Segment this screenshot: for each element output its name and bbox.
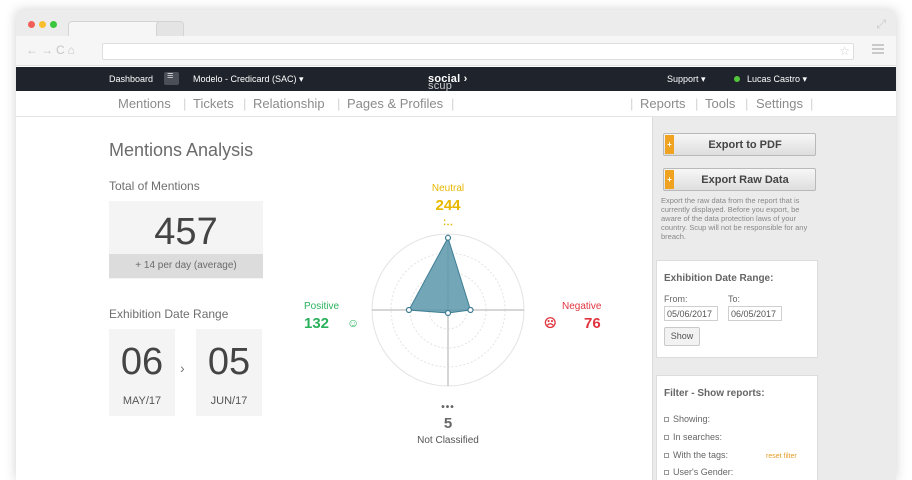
nav-settings[interactable]: Settings (756, 96, 803, 111)
close-window-icon[interactable] (28, 21, 35, 28)
filter-item-label: User's Gender: (673, 467, 734, 477)
right-sidebar: + Export to PDF + Export Raw Data Export… (652, 117, 896, 480)
filter-item[interactable]: In searches: (664, 432, 722, 442)
nav-separator: | (745, 96, 749, 111)
nav-separator: | (630, 96, 634, 111)
show-button[interactable]: Show (664, 327, 700, 346)
date-range-label: Exhibition Date Range (109, 307, 229, 321)
reset-filter-link[interactable]: reset filter (766, 453, 797, 460)
minimize-window-icon[interactable] (39, 21, 46, 28)
positive-value: 132 (304, 315, 330, 332)
section-navigation: Mentions | Tickets | Relationship | Page… (16, 91, 896, 117)
total-mentions-label: Total of Mentions (109, 179, 200, 193)
not-classified-value: 5 (443, 415, 453, 432)
account-selector[interactable]: Modelo - Credicard (SAC) ▾ (193, 74, 304, 85)
checkbox-icon[interactable] (664, 470, 669, 476)
browser-nav-icons[interactable]: ←→C⌂ (26, 43, 78, 57)
export-raw-button[interactable]: + Export Raw Data (663, 168, 816, 191)
browser-toolbar: ←→C⌂ ☆ (16, 36, 896, 66)
fullscreen-icon[interactable]: ⤢ (876, 17, 886, 32)
radar-point-negative[interactable] (467, 306, 474, 314)
not-classified-label: Not Classified (417, 435, 479, 446)
nav-relationship[interactable]: Relationship (253, 96, 325, 111)
plus-icon: + (665, 170, 674, 189)
date-range-panel: Exhibition Date Range: From: To: Show (656, 260, 818, 358)
support-menu[interactable]: Support ▾ (667, 74, 706, 85)
total-mentions-value: 457 (154, 211, 218, 253)
nav-separator: | (695, 96, 699, 111)
top-navigation-bar: Dashboard Modelo - Credicard (SAC) ▾ scu… (16, 67, 896, 92)
browser-window: ⤢ ←→C⌂ ☆ Dashboard Modelo - Credicard (S… (16, 10, 896, 480)
neutral-label: Neutral (431, 183, 465, 194)
online-status-icon (734, 76, 740, 82)
filter-item[interactable]: With the tags: (664, 450, 728, 460)
nav-mentions[interactable]: Mentions (118, 96, 171, 111)
nav-tools[interactable]: Tools (705, 96, 735, 111)
nav-separator: | (451, 96, 455, 111)
sentiment-radar-chart (371, 233, 525, 387)
browser-menu-icon[interactable] (872, 44, 884, 54)
start-day: 06 (120, 341, 164, 383)
start-month: MAY/17 (122, 395, 162, 407)
export-note: Export the raw data from the report that… (661, 196, 808, 241)
radar-point-neutral[interactable] (444, 234, 452, 241)
from-label: From: (664, 294, 688, 304)
nav-separator: | (243, 96, 247, 111)
main-panel: Mentions Analysis Total of Mentions 457 … (16, 117, 652, 480)
end-date-card: 05 JUN/17 (196, 329, 262, 416)
filter-item-label: With the tags: (673, 450, 729, 460)
nav-separator: | (337, 96, 341, 111)
nav-pages-profiles[interactable]: Pages & Profiles (347, 96, 443, 111)
not-classified-dots-icon: ••• (441, 402, 455, 413)
bookmark-star-icon[interactable]: ☆ (839, 44, 850, 58)
maximize-window-icon[interactable] (50, 21, 57, 28)
filter-panel-title: Filter - Show reports: (664, 388, 765, 399)
nav-reports[interactable]: Reports (640, 96, 686, 111)
filter-item-label: In searches: (673, 432, 723, 442)
browser-titlebar: ⤢ (16, 10, 896, 37)
nav-separator: | (183, 96, 187, 111)
from-date-input[interactable] (664, 306, 718, 321)
negative-value: 76 (584, 315, 601, 332)
total-mentions-card: 457 + 14 per day (average) (109, 201, 263, 279)
nav-tickets[interactable]: Tickets (193, 96, 234, 111)
plus-icon: + (665, 135, 674, 154)
negative-label: Negative (562, 301, 602, 312)
positive-face-icon: ☺ (347, 316, 360, 330)
filter-panel: Filter - Show reports: Showing: In searc… (656, 375, 818, 480)
user-menu[interactable]: Lucas Castro ▾ (747, 74, 807, 85)
page-content: Mentions Analysis Total of Mentions 457 … (16, 117, 896, 480)
to-date-input[interactable] (728, 306, 782, 321)
export-pdf-button[interactable]: + Export to PDF (663, 133, 816, 156)
end-day: 05 (207, 341, 251, 383)
radar-point-positive[interactable] (405, 306, 413, 314)
new-tab-button[interactable] (156, 21, 184, 37)
radar-point-not-classified[interactable] (444, 309, 452, 317)
date-range-arrow-icon: › (180, 360, 185, 376)
dashboard-link[interactable]: Dashboard (109, 74, 153, 84)
filter-item-label: Showing: (673, 414, 711, 424)
to-label: To: (728, 294, 741, 304)
positive-label: Positive (304, 301, 340, 312)
checkbox-icon[interactable] (664, 453, 669, 459)
start-date-card: 06 MAY/17 (109, 329, 175, 416)
brand-mark: › (463, 73, 468, 85)
radar-series-polygon (408, 236, 472, 314)
end-month: JUN/17 (210, 395, 248, 407)
address-bar[interactable]: ☆ (102, 43, 854, 60)
page-title: Mentions Analysis (109, 140, 254, 160)
negative-face-icon: ☹ (544, 316, 557, 330)
checkbox-icon[interactable] (664, 435, 669, 441)
scupsocial-logo: scup social › (428, 73, 468, 92)
filter-item[interactable]: User's Gender: (664, 467, 733, 477)
filter-item[interactable]: Showing: (664, 414, 710, 424)
date-panel-title: Exhibition Date Range: (664, 273, 774, 284)
total-mentions-average: + 14 per day (average) (109, 254, 263, 278)
export-raw-label: Export Raw Data (701, 174, 789, 186)
export-pdf-label: Export to PDF (708, 139, 782, 151)
neutral-value: 244 (435, 197, 461, 214)
nav-separator: | (810, 96, 814, 111)
menu-toggle-icon[interactable] (164, 70, 179, 85)
checkbox-icon[interactable] (664, 417, 669, 423)
